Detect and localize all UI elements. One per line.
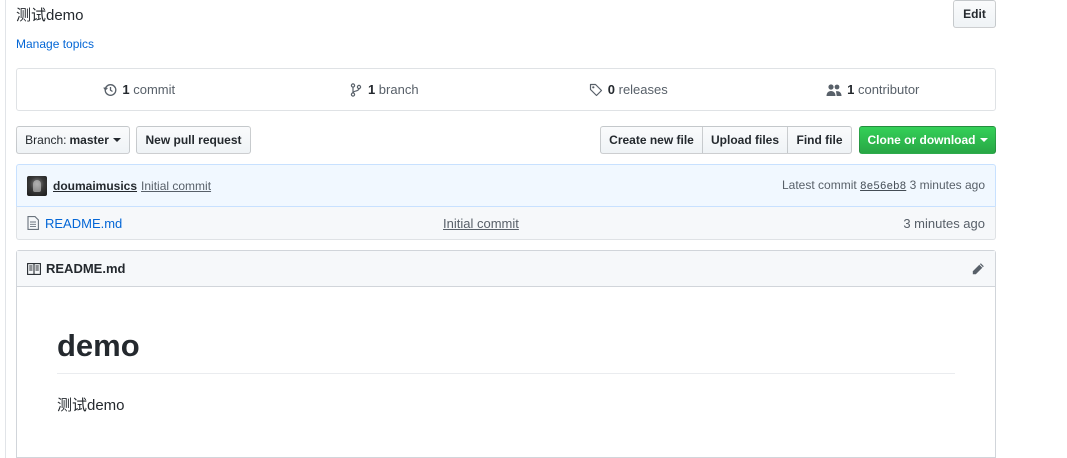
branches-label: branch <box>378 82 419 97</box>
history-icon <box>103 83 117 96</box>
author-avatar[interactable] <box>27 175 47 196</box>
edit-description-button[interactable]: Edit <box>953 0 996 28</box>
numbers-summary: 1 commit 1 branch 0 releases 1 contribut… <box>16 68 996 111</box>
people-icon <box>826 83 842 96</box>
caret-down-icon <box>979 138 988 142</box>
file-commit-message-link[interactable]: Initial commit <box>443 216 519 231</box>
upload-files-button[interactable]: Upload files <box>702 126 788 154</box>
file-actions-group: Create new file Upload files Find file <box>600 126 852 154</box>
repo-description: 测试demo <box>16 7 84 24</box>
new-pull-request-button[interactable]: New pull request <box>136 126 251 154</box>
branches-count: 1 <box>367 82 376 97</box>
releases-count: 0 <box>607 82 615 97</box>
caret-down-icon <box>112 138 121 142</box>
releases-count-link[interactable]: 0 releases <box>506 82 751 97</box>
commits-count-link[interactable]: 1 commit <box>17 82 262 97</box>
contributors-count: 1 <box>847 82 855 97</box>
branch-icon <box>350 82 362 97</box>
readme-paragraph: 测试demo <box>57 397 125 415</box>
pencil-icon[interactable] <box>971 262 985 276</box>
branch-select-button[interactable]: Branch: master <box>16 126 130 154</box>
latest-commit-meta: Latest commit 8e56eb8 3 minutes ago <box>782 178 985 193</box>
file-icon <box>27 216 39 230</box>
latest-commit-bar: doumaimusics Initial commit Latest commi… <box>16 164 996 207</box>
clone-label: Clone or download <box>867 133 976 147</box>
contributors-label: contributor <box>857 82 920 97</box>
book-icon <box>27 262 41 275</box>
file-navigation: Branch: master New pull request Create n… <box>16 126 996 154</box>
latest-commit-prefix: Latest commit <box>782 178 857 192</box>
manage-topics-link[interactable]: Manage topics <box>16 37 94 51</box>
commit-message-link[interactable]: Initial commit <box>141 179 211 193</box>
file-age: 3 minutes ago <box>903 215 985 231</box>
readme-heading: demo <box>57 328 955 375</box>
readme-title: README.md <box>46 261 126 276</box>
readme-content: demo 测试demo <box>17 328 995 415</box>
clone-or-download-button[interactable]: Clone or download <box>859 126 996 154</box>
page-left-border <box>5 0 6 458</box>
branch-name: master <box>69 133 109 147</box>
contributors-count-link[interactable]: 1 contributor <box>751 82 996 97</box>
commits-count: 1 <box>122 82 130 97</box>
branches-count-link[interactable]: 1 branch <box>262 82 507 97</box>
readme-header: README.md <box>17 251 995 287</box>
repo-description-row: 测试demo Edit <box>16 0 996 30</box>
commit-age: 3 minutes ago <box>909 178 985 192</box>
repository-content: 测试demo Edit Manage topics 1 commit 1 bra… <box>16 0 996 458</box>
file-list: README.md Initial commit 3 minutes ago <box>16 206 996 240</box>
create-new-file-button[interactable]: Create new file <box>600 126 703 154</box>
releases-label: releases <box>618 82 668 97</box>
branch-prefix: Branch: <box>25 133 67 147</box>
readme-box: README.md demo 测试demo <box>16 250 996 458</box>
find-file-button[interactable]: Find file <box>787 126 852 154</box>
tag-icon <box>589 83 602 96</box>
commits-label: commit <box>133 82 176 97</box>
file-name-link[interactable]: README.md <box>45 216 443 231</box>
commit-author-link[interactable]: doumaimusics <box>53 179 137 193</box>
commit-sha-link[interactable]: 8e56eb8 <box>860 181 906 193</box>
